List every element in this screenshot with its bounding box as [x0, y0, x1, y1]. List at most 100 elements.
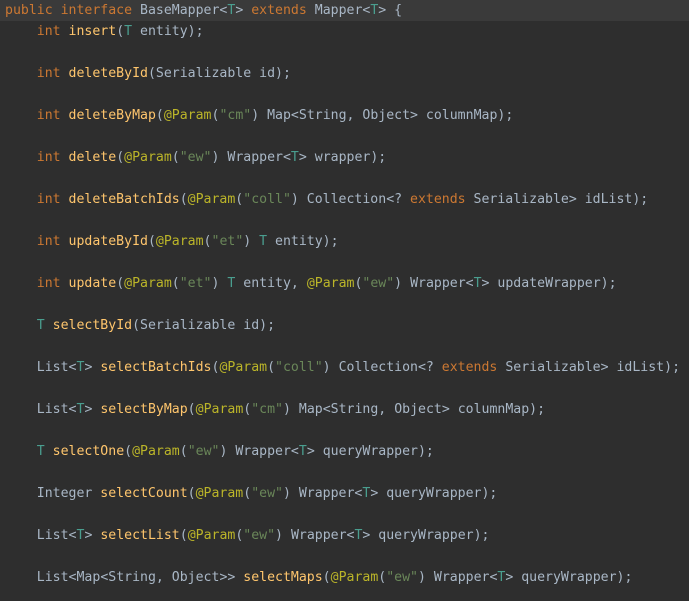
code-token-pun: > {: [378, 3, 403, 18]
code-token-pun: (: [116, 150, 125, 165]
code-token-str: "cm": [219, 108, 252, 123]
code-line[interactable]: int delete(@Param("ew") Wrapper<T> wrapp…: [0, 147, 689, 168]
code-token-pun: (: [155, 108, 164, 123]
code-token-str: "ew": [187, 444, 220, 459]
code-token-type: Collection: [338, 360, 418, 375]
code-token-mth: selectMaps: [243, 570, 323, 585]
code-line-blank[interactable]: [0, 42, 689, 63]
code-token-ann: @Param: [155, 234, 204, 249]
code-line-blank[interactable]: [0, 126, 689, 147]
code-token-pun: (: [116, 276, 125, 291]
code-token-gen: T: [473, 276, 482, 291]
code-token-pun: (: [179, 444, 188, 459]
code-line[interactable]: List<T> selectBatchIds(@Param("coll") Co…: [0, 357, 689, 378]
code-line-blank[interactable]: [0, 504, 689, 525]
code-token-type: List: [36, 360, 69, 375]
code-token-gen: T: [124, 24, 133, 39]
code-line-blank[interactable]: [0, 546, 689, 567]
code-token-kw: int: [36, 150, 61, 165]
code-line[interactable]: List<T> selectByMap(@Param("cm") Map<Str…: [0, 399, 689, 420]
code-token-str: "ew": [362, 276, 395, 291]
code-line[interactable]: T selectById(Serializable id);: [0, 315, 689, 336]
code-editor-viewport[interactable]: public interface BaseMapper<T> extends M…: [0, 0, 689, 601]
code-token-type: BaseMapper: [140, 3, 220, 18]
code-token-str: "ew": [251, 486, 283, 501]
code-token-pun: <: [322, 402, 331, 417]
code-token-pun: <: [290, 444, 299, 459]
code-token-mth: delete: [68, 150, 117, 165]
code-line-blank[interactable]: [0, 336, 689, 357]
code-token-pun: [5, 402, 37, 417]
code-line[interactable]: int insert(T entity);: [0, 21, 689, 42]
code-token-type: Serializable: [505, 360, 601, 375]
code-line-blank[interactable]: [0, 294, 689, 315]
code-token-ann: @Param: [330, 570, 379, 585]
code-token-pun: (: [132, 318, 141, 333]
code-token-type: Serializable: [155, 66, 252, 81]
code-line[interactable]: int update(@Param("et") T entity, @Param…: [0, 273, 689, 294]
code-token-gen: T: [36, 444, 45, 459]
code-line[interactable]: int updateById(@Param("et") T entity);: [0, 231, 689, 252]
code-token-pun: [5, 276, 37, 291]
code-token-ann: @Param: [195, 402, 244, 417]
code-token-pun: [61, 108, 69, 123]
code-token-ann: @Param: [124, 276, 172, 291]
code-token-pun: (: [243, 486, 252, 501]
code-token-type: String: [330, 402, 379, 417]
code-token-pun: [307, 3, 315, 18]
code-token-mth: deleteById: [68, 66, 148, 81]
code-token-type: String: [298, 108, 347, 123]
code-token-type: Wrapper: [410, 276, 466, 291]
code-line[interactable]: T selectOne(@Param("ew") Wrapper<T> quer…: [0, 441, 689, 462]
code-token-pun: (: [171, 276, 180, 291]
code-token-pun: ): [282, 486, 299, 501]
code-token-pun: ): [219, 444, 236, 459]
code-token-str: "ew": [243, 528, 276, 543]
code-token-pun: >: [84, 360, 101, 375]
code-token-pun: (: [179, 528, 188, 543]
code-token-kw: interface: [60, 3, 133, 18]
code-token-str: "ew": [179, 150, 212, 165]
code-line[interactable]: Integer selectCount(@Param("ew") Wrapper…: [0, 483, 689, 504]
code-token-pun: [5, 444, 37, 459]
code-line[interactable]: public interface BaseMapper<T> extends M…: [0, 0, 689, 21]
code-token-pun: [5, 192, 37, 207]
code-line-blank[interactable]: [0, 462, 689, 483]
code-token-str: "et": [211, 234, 244, 249]
code-line-blank[interactable]: [0, 252, 689, 273]
code-token-pun: >: [84, 402, 101, 417]
code-line[interactable]: int deleteBatchIds(@Param("coll") Collec…: [0, 189, 689, 210]
code-token-pun: [5, 360, 37, 375]
code-token-kw: int: [36, 108, 61, 123]
code-token-pun: [466, 192, 474, 207]
code-line[interactable]: List<T> selectList(@Param("ew") Wrapper<…: [0, 525, 689, 546]
code-token-pun: [45, 444, 53, 459]
code-line-blank[interactable]: [0, 210, 689, 231]
code-line-blank[interactable]: [0, 378, 689, 399]
code-token-type: Map: [76, 570, 101, 585]
code-token-pun: (: [171, 150, 180, 165]
code-line[interactable]: int deleteByMap(@Param("cm") Map<String,…: [0, 105, 689, 126]
code-token-type: List: [36, 570, 69, 585]
code-token-pun: [61, 24, 69, 39]
code-token-ann: @Param: [132, 444, 180, 459]
code-token-pun: id);: [251, 66, 291, 81]
code-token-pun: [5, 24, 37, 39]
code-token-pun: > columnMap);: [410, 108, 514, 123]
code-token-mth: selectBatchIds: [100, 360, 212, 375]
code-token-pun: (: [203, 234, 212, 249]
code-line[interactable]: int deleteById(Serializable id);: [0, 63, 689, 84]
code-line-blank[interactable]: [0, 420, 689, 441]
code-token-kw: int: [36, 192, 61, 207]
code-token-pun: >>: [219, 570, 244, 585]
code-line-blank[interactable]: [0, 84, 689, 105]
code-line[interactable]: List<Map<String, Object>> selectMaps(@Pa…: [0, 567, 689, 588]
code-text-area[interactable]: public interface BaseMapper<T> extends M…: [0, 0, 689, 588]
code-token-pun: [5, 66, 37, 81]
code-line-blank[interactable]: [0, 168, 689, 189]
code-token-gen: T: [290, 150, 299, 165]
code-token-pun: >: [84, 528, 101, 543]
code-token-pun: > idList);: [568, 192, 649, 207]
code-token-mth: selectByMap: [100, 402, 188, 417]
code-token-pun: [5, 528, 37, 543]
